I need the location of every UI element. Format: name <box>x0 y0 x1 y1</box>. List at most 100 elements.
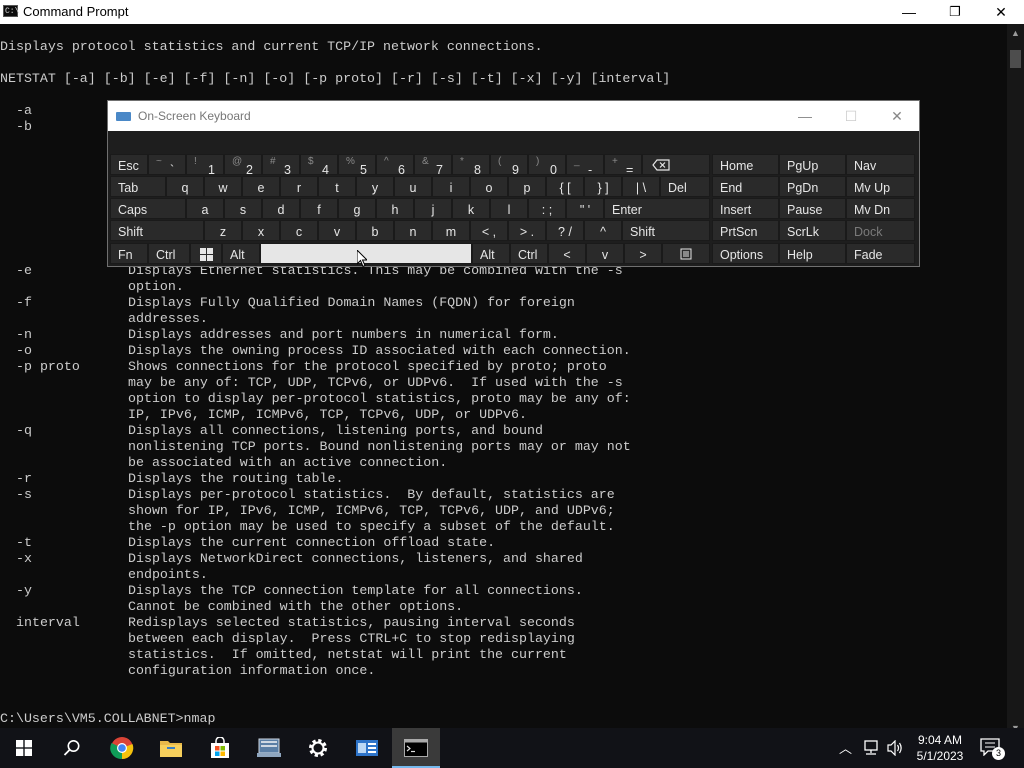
key-row4-1[interactable]: z <box>204 220 242 241</box>
key-row2-1[interactable]: q <box>166 176 204 197</box>
key-insert[interactable]: Insert <box>712 198 779 219</box>
key-row2-13[interactable]: | \ <box>622 176 660 197</box>
key-row3-8[interactable]: k <box>452 198 490 219</box>
key-row3-4[interactable]: f <box>300 198 338 219</box>
key-mv-dn[interactable]: Mv Dn <box>846 198 915 219</box>
key-caps[interactable]: Caps <box>110 198 186 219</box>
key-row1-13[interactable]: + = <box>604 154 642 175</box>
key-row3-2[interactable]: s <box>224 198 262 219</box>
key-row1-12[interactable]: _ - <box>566 154 604 175</box>
key-mv-up[interactable]: Mv Up <box>846 176 915 197</box>
network-icon[interactable] <box>862 740 880 756</box>
console-scrollbar[interactable]: ▲ ▼ <box>1007 24 1024 736</box>
key-row2-5[interactable]: t <box>318 176 356 197</box>
key-menu[interactable] <box>662 243 710 264</box>
key-down-arrow[interactable]: v <box>586 243 624 264</box>
search-button[interactable] <box>48 728 96 768</box>
key-row4-4[interactable]: v <box>318 220 356 241</box>
file-explorer-taskbar-button[interactable] <box>147 728 195 768</box>
show-hidden-icons-chevron-icon[interactable]: ︿ <box>839 738 852 757</box>
key-row2-7[interactable]: u <box>394 176 432 197</box>
key-pgup[interactable]: PgUp <box>779 154 846 175</box>
key-row3-6[interactable]: h <box>376 198 414 219</box>
key-options[interactable]: Options <box>712 243 779 264</box>
key-row1-8[interactable]: & 7 <box>414 154 452 175</box>
key-row4-8[interactable]: < , <box>470 220 508 241</box>
key-row2-8[interactable]: i <box>432 176 470 197</box>
close-button[interactable]: ✕ <box>978 0 1024 24</box>
key-alt-right[interactable]: Alt <box>472 243 510 264</box>
key-backspace[interactable] <box>642 154 710 175</box>
chrome-taskbar-button[interactable] <box>98 728 146 768</box>
key-row3-9[interactable]: l <box>490 198 528 219</box>
key-row1-10[interactable]: (9 <box>490 154 528 175</box>
key-row4-5[interactable]: b <box>356 220 394 241</box>
key-row1-7[interactable]: ^ 6 <box>376 154 414 175</box>
key-help[interactable]: Help <box>779 243 846 264</box>
key-pgdn[interactable]: PgDn <box>779 176 846 197</box>
osk-maximize-button[interactable]: ☐ <box>828 101 874 131</box>
system-clock[interactable]: 9:04 AM 5/1/2023 <box>908 732 972 764</box>
osk-minimize-button[interactable]: — <box>782 101 828 131</box>
key-row1-3[interactable]: @2 <box>224 154 262 175</box>
key-ctrl-right[interactable]: Ctrl <box>510 243 548 264</box>
key-row4-11[interactable]: ^ <box>584 220 622 241</box>
key-tab[interactable]: Tab <box>110 176 166 197</box>
store-taskbar-button[interactable] <box>196 728 244 768</box>
window-titlebar[interactable]: C:\ Command Prompt — ❐ ✕ <box>0 0 1024 24</box>
key-del[interactable]: Del <box>660 176 710 197</box>
key-alt-left[interactable]: Alt <box>222 243 260 264</box>
key-row4-6[interactable]: n <box>394 220 432 241</box>
key-row4-10[interactable]: ? / <box>546 220 584 241</box>
key-row2-12[interactable]: } ] <box>584 176 622 197</box>
key-row3-3[interactable]: d <box>262 198 300 219</box>
key-row2-6[interactable]: y <box>356 176 394 197</box>
key-end[interactable]: End <box>712 176 779 197</box>
key-row1-9[interactable]: * 8 <box>452 154 490 175</box>
key-row2-9[interactable]: o <box>470 176 508 197</box>
key-shift-right[interactable]: Shift <box>622 220 710 241</box>
key-windows[interactable] <box>190 243 222 264</box>
key-left-arrow[interactable]: < <box>548 243 586 264</box>
key-scrlk[interactable]: ScrLk <box>779 220 846 241</box>
key-row2-11[interactable]: { [ <box>546 176 584 197</box>
key-pause[interactable]: Pause <box>779 198 846 219</box>
scroll-up-arrow-icon[interactable]: ▲ <box>1007 24 1024 41</box>
key-shift-left[interactable]: Shift <box>110 220 204 241</box>
server-manager-taskbar-button[interactable] <box>245 728 293 768</box>
key-row3-11[interactable]: " ' <box>566 198 604 219</box>
key-prtscn[interactable]: PrtScn <box>712 220 779 241</box>
key-row4-9[interactable]: > . <box>508 220 546 241</box>
console-prompt[interactable]: C:\Users\VM5.COLLABNET>nmap <box>0 711 215 727</box>
key-row3-10[interactable]: : ; <box>528 198 566 219</box>
key-row4-3[interactable]: c <box>280 220 318 241</box>
settings-taskbar-button[interactable] <box>294 728 342 768</box>
key-row1-1[interactable]: ~ ` <box>148 154 186 175</box>
osk-titlebar[interactable]: On-Screen Keyboard — ☐ ✕ <box>108 101 919 131</box>
key-row4-7[interactable]: m <box>432 220 470 241</box>
key-row3-7[interactable]: j <box>414 198 452 219</box>
osk-close-button[interactable]: ✕ <box>874 101 920 131</box>
key-right-arrow[interactable]: > <box>624 243 662 264</box>
key-row1-5[interactable]: $4 <box>300 154 338 175</box>
key-row2-4[interactable]: r <box>280 176 318 197</box>
key-row4-2[interactable]: x <box>242 220 280 241</box>
key-dock[interactable]: Dock <box>846 220 915 241</box>
minimize-button[interactable]: — <box>886 0 932 24</box>
key-row1-4[interactable]: #3 <box>262 154 300 175</box>
key-row2-3[interactable]: e <box>242 176 280 197</box>
key-row3-1[interactable]: a <box>186 198 224 219</box>
key-fn[interactable]: Fn <box>110 243 148 264</box>
key-fade[interactable]: Fade <box>846 243 915 264</box>
maximize-button[interactable]: ❐ <box>932 0 978 24</box>
key-row1-11[interactable]: ) 0 <box>528 154 566 175</box>
key-row2-2[interactable]: w <box>204 176 242 197</box>
key-row1-6[interactable]: % 5 <box>338 154 376 175</box>
start-button[interactable] <box>0 728 48 768</box>
key-nav[interactable]: Nav <box>846 154 915 175</box>
key-row1-2[interactable]: ! 1 <box>186 154 224 175</box>
key-ctrl-left[interactable]: Ctrl <box>148 243 190 264</box>
key-home[interactable]: Home <box>712 154 779 175</box>
action-center-button[interactable]: 3 <box>980 738 1006 760</box>
key-esc[interactable]: Esc <box>110 154 148 175</box>
